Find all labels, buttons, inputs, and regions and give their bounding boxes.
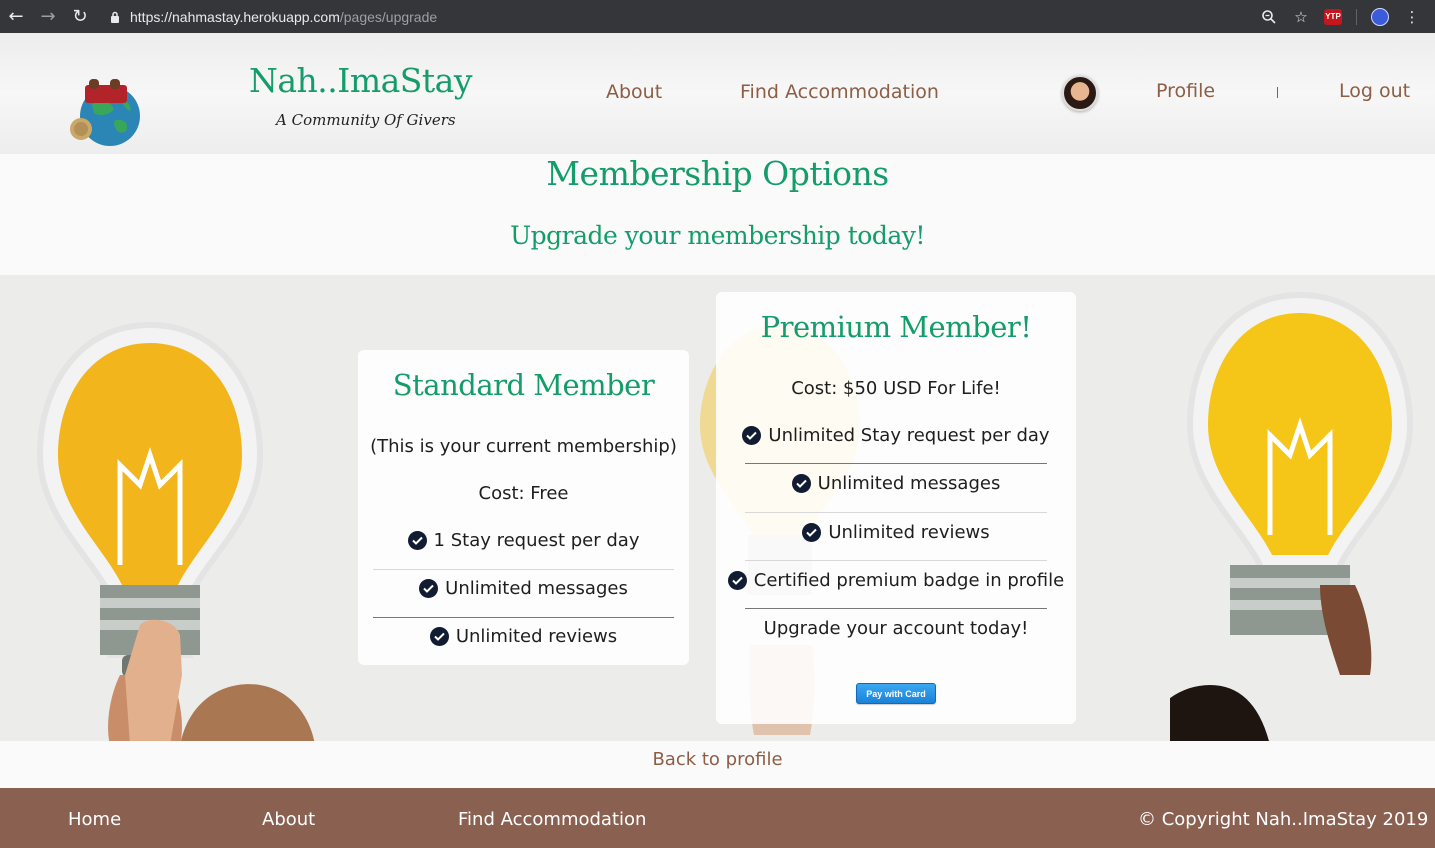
premium-cost: Cost: $50 USD For Life! [791, 378, 1001, 399]
zoom-icon[interactable] [1260, 8, 1278, 26]
feature-label: 1 Stay request per day [433, 530, 640, 551]
nav-find-accommodation-link[interactable]: Find Accommodation [740, 81, 939, 103]
ytp-extension-icon[interactable]: YTP [1324, 8, 1342, 25]
footer-home-link[interactable]: Home [68, 809, 121, 830]
reload-icon[interactable]: ↻ [64, 2, 96, 32]
check-circle-icon [802, 523, 822, 542]
feature-label: Certified premium badge in profile [753, 570, 1065, 591]
premium-card-title: Premium Member! [760, 310, 1032, 344]
feature-label: Unlimited Stay request per day [768, 425, 1050, 446]
nav-logout-link[interactable]: Log out [1339, 80, 1410, 102]
browser-toolbar: ← → ↻ https://nahmastay.herokuapp.com/pa… [0, 0, 1435, 33]
premium-member-card: Premium Member! Cost: $50 USD For Life! … [716, 292, 1076, 724]
globe-logo-icon[interactable] [70, 77, 146, 147]
check-circle-icon [791, 474, 811, 493]
standard-member-card: Standard Member (This is your current me… [358, 350, 689, 665]
footer-find-accommodation-link[interactable]: Find Accommodation [458, 809, 646, 830]
premium-feature-item: Unlimited reviews [716, 522, 1076, 543]
premium-feature-item: Certified premium badge in profile [716, 570, 1076, 591]
brand-tagline: A Community Of Givers [276, 111, 456, 129]
premium-feature-item: Unlimited messages [716, 473, 1076, 494]
back-arrow-icon[interactable]: ← [0, 2, 32, 32]
feature-divider [745, 512, 1047, 513]
raised-hand-icon [125, 619, 182, 741]
check-circle-icon [419, 579, 439, 598]
feature-divider [745, 560, 1047, 561]
standard-feature-item: Unlimited reviews [358, 626, 689, 647]
check-circle-icon [742, 426, 762, 445]
feature-divider [373, 569, 674, 570]
site-footer: Home About Find Accommodation © Copyrigh… [0, 788, 1435, 848]
check-circle-icon [407, 531, 427, 550]
premium-feature-item: Unlimited Stay request per day [716, 425, 1076, 446]
feature-label: Unlimited reviews [828, 522, 990, 543]
forward-arrow-icon[interactable]: → [32, 2, 64, 32]
lightbulb-right-icon [1170, 291, 1414, 741]
feature-label: Unlimited messages [445, 578, 628, 599]
standard-feature-item: 1 Stay request per day [358, 530, 689, 551]
feature-divider [745, 608, 1047, 609]
standard-current-note: (This is your current membership) [370, 436, 677, 457]
back-to-profile-link[interactable]: Back to profile [0, 749, 1435, 770]
pay-with-card-button[interactable]: Pay with Card [856, 683, 936, 704]
page-subtitle: Upgrade your membership today! [510, 221, 925, 250]
avatar[interactable] [1062, 75, 1098, 111]
feature-divider [745, 463, 1047, 464]
check-circle-icon [429, 627, 449, 646]
toolbar-separator [1356, 8, 1357, 25]
nav-profile-link[interactable]: Profile [1156, 80, 1215, 102]
check-circle-icon [727, 571, 747, 590]
feature-label: Unlimited reviews [455, 626, 618, 647]
feature-label: Unlimited messages [817, 473, 1001, 494]
back-strip: Back to profile [0, 741, 1435, 788]
menu-kebab-icon[interactable]: ⋮ [1403, 8, 1421, 26]
footer-about-link[interactable]: About [262, 809, 315, 830]
profile-extension-icon[interactable] [1371, 7, 1389, 26]
address-bar[interactable]: https://nahmastay.herokuapp.com/pages/up… [108, 3, 1260, 31]
standard-card-title: Standard Member [392, 368, 655, 402]
site-header: Nah..ImaStay A Community Of Givers About… [0, 33, 1435, 154]
membership-hero: Standard Member (This is your current me… [0, 275, 1435, 741]
footer-copyright: © Copyright Nah..ImaStay 2019 [1138, 809, 1429, 830]
url-path: /pages/upgrade [339, 8, 438, 25]
nav-about-link[interactable]: About [606, 81, 662, 103]
standard-cost: Cost: Free [478, 483, 569, 504]
lock-icon [108, 10, 122, 24]
page-title: Membership Options [546, 154, 889, 193]
title-section: Membership Options Upgrade your membersh… [0, 154, 1435, 275]
premium-cta-text: Upgrade your account today! [763, 618, 1029, 639]
url-host: https://nahmastay.herokuapp.com [130, 8, 340, 25]
bookmark-star-icon[interactable]: ☆ [1292, 8, 1310, 26]
brand-title[interactable]: Nah..ImaStay [249, 61, 472, 100]
standard-feature-item: Unlimited messages [358, 578, 689, 599]
feature-divider [373, 617, 674, 618]
nav-divider [1277, 87, 1278, 98]
